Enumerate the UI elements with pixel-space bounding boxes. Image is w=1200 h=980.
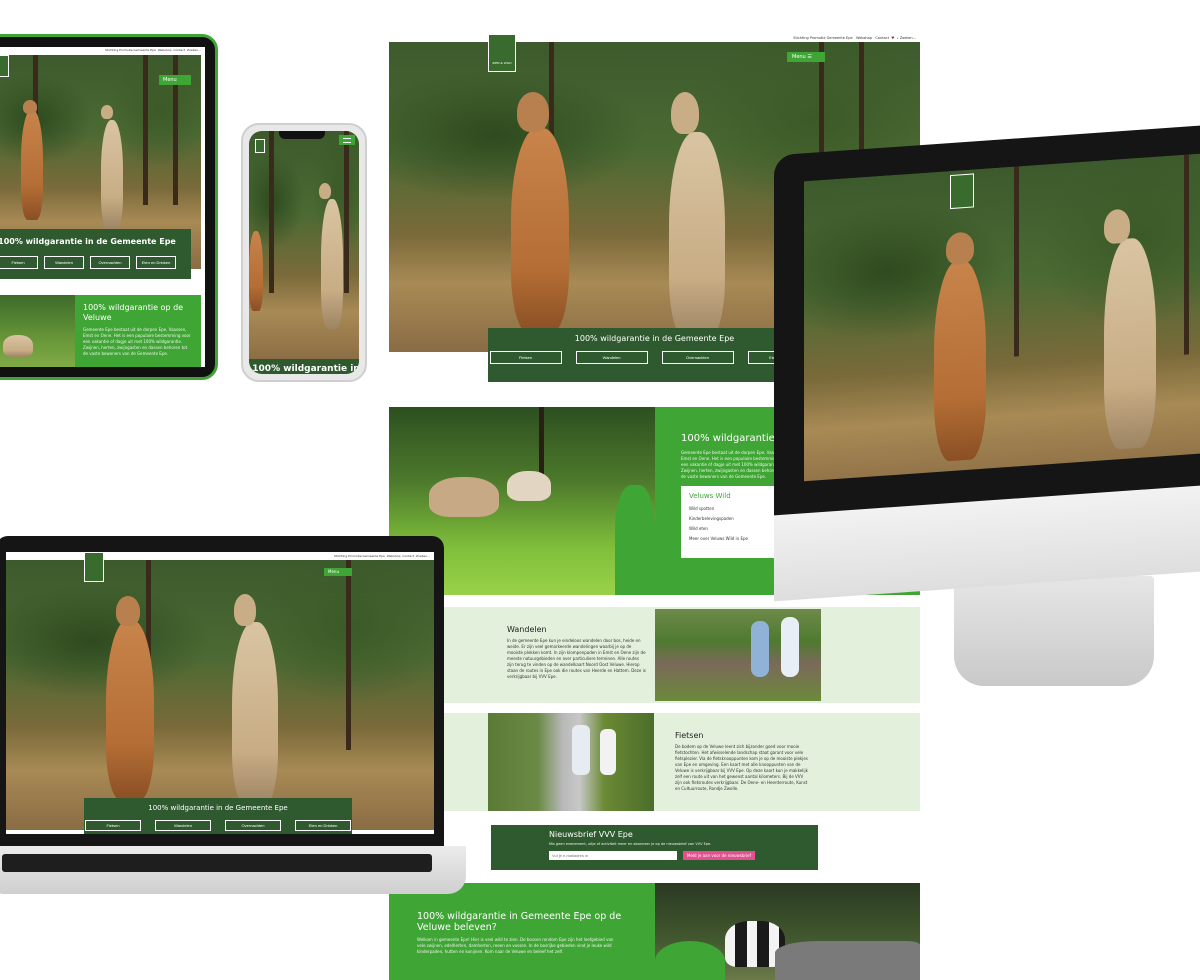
logo[interactable]: [950, 173, 974, 210]
logo[interactable]: ZIEN & WILD: [488, 34, 516, 72]
subscribe-button[interactable]: Meld je aan voor de nieuwsbrief: [683, 851, 755, 860]
fietsen-title: Fietsen: [675, 731, 704, 740]
top-link[interactable]: Webshop: [387, 554, 401, 558]
search-link[interactable]: Zoeken...: [187, 48, 201, 52]
top-link[interactable]: Stichting Promotie Gemeente Epe: [334, 554, 385, 558]
hero-panel: 100% wildgarantie in de Gemeente Epe Fie…: [0, 229, 191, 279]
search-icon[interactable]: ⌕: [897, 36, 899, 40]
eten-button[interactable]: Eten en Drinken: [295, 820, 351, 831]
search-link[interactable]: Zoeken...: [416, 554, 430, 558]
deer-image: [1104, 236, 1156, 451]
bottom-text: Welkom in gemeente Epe! Hier is veel wil…: [417, 937, 614, 954]
bottom-panel: 100% wildgarantie in Gemeente Epe op de …: [389, 883, 655, 980]
menu-button[interactable]: Menu: [159, 75, 191, 85]
intro-panel: 100% wildgarantie op de Veluwe Gemeente …: [75, 295, 201, 367]
top-link[interactable]: Contact: [173, 48, 185, 52]
tablet-mockup: Stichting Promotie Gemeente Epe Webshop …: [0, 34, 218, 380]
menu-button[interactable]: [339, 135, 355, 145]
veluws-wild-title: Veluws Wild: [689, 492, 731, 500]
hero-image: [804, 152, 1200, 482]
laptop-keyboard: [2, 854, 432, 872]
search-link[interactable]: Zoeken...: [900, 36, 916, 40]
deer-photo: [0, 295, 75, 367]
email-input[interactable]: [549, 851, 677, 860]
overnachten-button[interactable]: Overnachten: [225, 820, 281, 831]
wandelen-section: Wandelen In de gemeente Epe kun je einde…: [389, 607, 920, 703]
phone-screen: 100% wildgarantie in: [249, 131, 359, 374]
fietsen-section: Fietsen De bodem op de Veluwe leent zich…: [389, 713, 920, 811]
wandelen-title: Wandelen: [507, 625, 547, 634]
wandelen-button[interactable]: Wandelen: [575, 351, 648, 364]
eten-button[interactable]: Eten en Drinken: [136, 256, 176, 269]
top-link[interactable]: Contact: [875, 36, 889, 40]
logo[interactable]: [84, 552, 104, 582]
menu-label: Menu: [792, 54, 806, 60]
overnachten-button[interactable]: Overnachten: [90, 256, 130, 269]
top-link[interactable]: Webshop: [158, 48, 172, 52]
phone-mockup: 100% wildgarantie in: [241, 123, 367, 382]
top-link[interactable]: Contact: [402, 554, 414, 558]
fietsen-button[interactable]: Fietsen: [0, 256, 38, 269]
deer-image: [511, 128, 569, 333]
hero-title: 100% wildgarantie in de Gemeente Epe: [148, 804, 288, 812]
veluws-wild-link[interactable]: Kinderbelevingspaden: [689, 516, 769, 522]
tablet-screen: Stichting Promotie Gemeente Epe Webshop …: [0, 47, 205, 367]
newsletter-title: Nieuwsbrief VVV Epe: [549, 830, 633, 839]
heart-icon[interactable]: ♥: [891, 36, 894, 40]
bottom-title: 100% wildgarantie in Gemeente Epe op de …: [417, 911, 622, 933]
wandelen-button[interactable]: Wandelen: [44, 256, 84, 269]
veluws-wild-link[interactable]: Wild spotten: [689, 506, 769, 512]
newsletter-section: Nieuwsbrief VVV Epe Mis geen evenement, …: [491, 825, 818, 870]
deer-silhouette: [615, 485, 655, 595]
hamburger-icon: ☰: [807, 54, 812, 60]
deer-image: [669, 132, 725, 340]
hero-panel: 100% wildgarantie in de Gemeente Epe Fie…: [488, 328, 821, 382]
fietsen-button[interactable]: Fietsen: [85, 820, 141, 831]
badger-photo: [655, 883, 920, 980]
overnachten-button[interactable]: Overnachten: [661, 351, 734, 364]
intro-text: Gemeente Epe bestaat uit de dorpen Epe, …: [83, 327, 191, 356]
hero-title: 100% wildgarantie in de Gemeente Epe: [574, 334, 735, 343]
laptop-screen: Stichting Promotie Gemeente Epe Webshop …: [6, 552, 434, 834]
imac-stand: [954, 576, 1154, 686]
newsletter-subtitle: Mis geen evenement, uitje of activiteit …: [549, 842, 712, 846]
phone-notch: [279, 131, 325, 139]
intro-title: 100% wildgarantie op de Veluwe: [83, 303, 184, 322]
hero-image: [249, 131, 359, 363]
fietsen-button[interactable]: Fietsen: [489, 351, 562, 364]
top-nav: Stichting Promotie Gemeente Epe Webshop …: [389, 34, 920, 42]
deer-image: [321, 199, 343, 329]
hero-panel: 100% wildgarantie in de Gemeente Epe Fie…: [84, 798, 352, 834]
deer-image: [101, 120, 123, 230]
top-link[interactable]: Webshop: [856, 36, 872, 40]
wandelen-button[interactable]: Wandelen: [155, 820, 211, 831]
fietsen-text: De bodem op de Veluwe leent zich bijzond…: [675, 744, 808, 791]
intro-text: Gemeente Epe bestaat uit de dorpen Epe, …: [681, 450, 789, 479]
veluws-wild-link[interactable]: Meer over Veluws Wild in Epe: [689, 536, 769, 542]
showcase-stage: Stichting Promotie Gemeente Epe Webshop …: [0, 0, 1200, 980]
laptop-base: [0, 846, 466, 894]
top-link[interactable]: Stichting Promotie Gemeente Epe: [793, 36, 852, 40]
deer-image: [934, 258, 986, 463]
veluws-wild-card: Veluws Wild Wild spotten Kinderbelevings…: [681, 486, 777, 558]
laptop-mockup: Stichting Promotie Gemeente Epe Webshop …: [0, 536, 444, 848]
deer-image: [21, 110, 43, 220]
imac-screen: [804, 152, 1200, 482]
walking-photo: [655, 609, 821, 701]
top-link[interactable]: Stichting Promotie Gemeente Epe: [105, 48, 156, 52]
hero-image: [6, 560, 434, 830]
logo[interactable]: [255, 139, 265, 153]
hero-title: 100% wildgarantie in: [249, 359, 359, 374]
logo[interactable]: [0, 55, 9, 77]
hero-title: 100% wildgarantie in de Gemeente Epe: [0, 237, 176, 246]
imac-mockup: [774, 124, 1200, 686]
menu-button[interactable]: Menu ☰: [787, 52, 825, 62]
menu-button[interactable]: Menu: [324, 568, 352, 576]
deer-image: [232, 622, 278, 806]
cycling-photo: [488, 713, 654, 811]
veluws-wild-link[interactable]: Wild eten: [689, 526, 769, 532]
wandelen-text: In de gemeente Epe kun je eindeloos wand…: [507, 638, 646, 679]
deer-image: [106, 620, 154, 800]
